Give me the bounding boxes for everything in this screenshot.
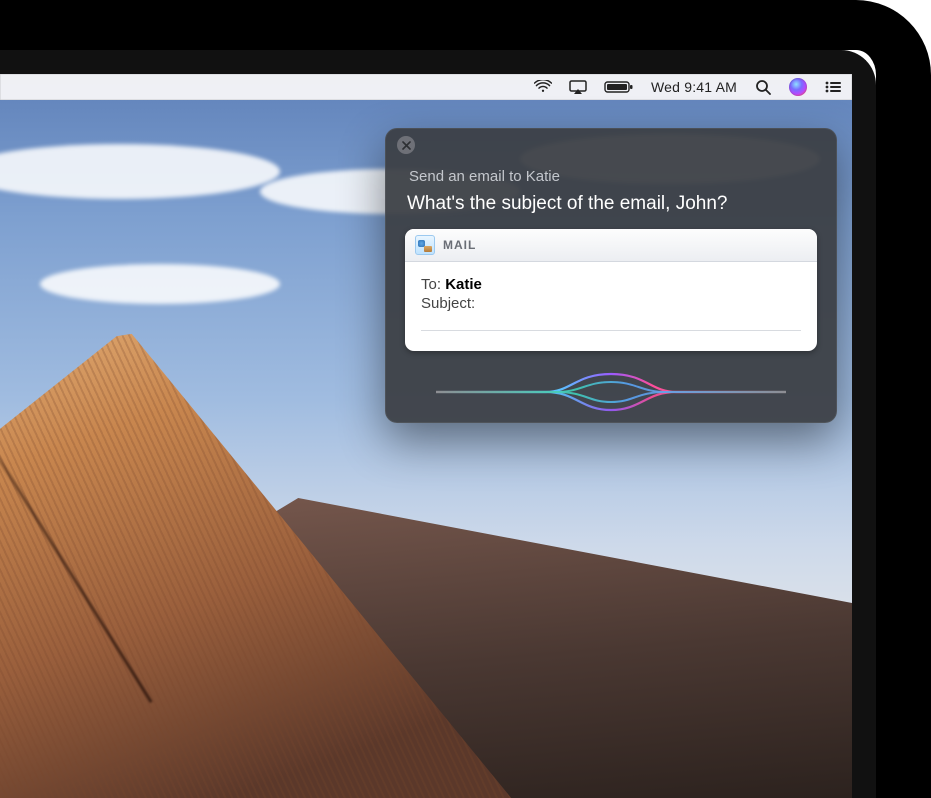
- mail-card-body: To: Katie Subject:: [405, 262, 817, 351]
- mail-to-label: To:: [421, 276, 441, 293]
- airplay-icon[interactable]: [569, 78, 587, 96]
- close-button[interactable]: [397, 136, 415, 154]
- wifi-icon[interactable]: [534, 78, 552, 96]
- mail-body-divider: [421, 330, 801, 331]
- mail-app-label: MAIL: [443, 238, 476, 252]
- menu-bar-clock[interactable]: Wed 9:41 AM: [651, 79, 737, 95]
- screen: Wed 9:41 AM: [0, 74, 852, 798]
- mail-app-icon: [415, 235, 435, 255]
- siri-response-text: What's the subject of the email, John?: [407, 193, 815, 215]
- siri-icon[interactable]: [789, 78, 807, 96]
- mail-compose-card[interactable]: MAIL To: Katie Subject:: [405, 229, 817, 351]
- notification-center-icon[interactable]: [824, 78, 842, 96]
- siri-panel: Send an email to Katie What's the subjec…: [385, 128, 837, 423]
- battery-icon[interactable]: [604, 78, 634, 96]
- siri-waveform[interactable]: [385, 361, 837, 423]
- spotlight-search-icon[interactable]: [754, 78, 772, 96]
- menu-bar: Wed 9:41 AM: [0, 74, 852, 100]
- mail-to-value: Katie: [445, 276, 482, 293]
- wallpaper-cloud: [40, 264, 280, 304]
- mail-card-header: MAIL: [405, 229, 817, 262]
- device-frame: Wed 9:41 AM: [0, 0, 931, 798]
- mail-subject-label: Subject:: [421, 295, 475, 312]
- siri-user-request: Send an email to Katie: [409, 168, 813, 185]
- device-corner: Wed 9:41 AM: [0, 0, 931, 798]
